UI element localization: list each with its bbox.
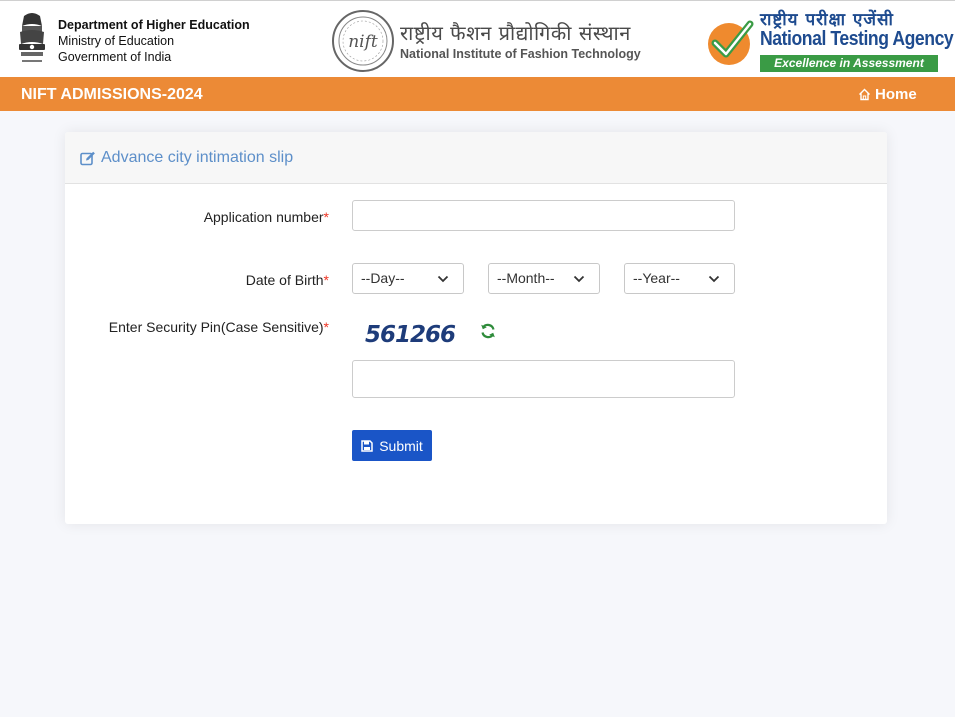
submit-button[interactable]: Submit <box>352 430 432 461</box>
nift-logo-icon: nift <box>332 10 394 72</box>
chevron-down-icon <box>437 275 449 283</box>
nift-english-name: National Institute of Fashion Technology <box>400 47 641 61</box>
year-select-value: --Year-- <box>633 270 680 286</box>
security-pin-label: Enter Security Pin(Case Sensitive)* <box>65 319 329 335</box>
application-number-input[interactable] <box>352 200 735 231</box>
required-mark: * <box>323 272 329 288</box>
site-header: Department of Higher Education Ministry … <box>0 0 955 77</box>
nift-hindi-name: राष्ट्रीय फैशन प्रौद्योगिकी संस्थान <box>400 21 631 45</box>
card-title-text: Advance city intimation slip <box>101 149 294 166</box>
application-number-label: Application number* <box>65 209 329 225</box>
chevron-down-icon <box>708 275 720 283</box>
dob-label-text: Date of Birth <box>245 272 324 288</box>
year-select[interactable]: --Year-- <box>624 263 735 294</box>
dept-line-2: Ministry of Education <box>58 34 175 48</box>
dob-label: Date of Birth* <box>65 272 329 288</box>
dept-line-1: Department of Higher Education <box>58 18 250 32</box>
nta-logo-icon <box>708 20 754 65</box>
card-header: Advance city intimation slip <box>65 132 887 184</box>
nta-hindi-name: राष्ट्रीय परीक्षा एजेंसी <box>760 10 894 30</box>
captcha-image: 561266 <box>352 310 472 359</box>
nta-tagline: Excellence in Assessment <box>760 55 938 72</box>
save-icon <box>361 439 373 452</box>
ministry-text: Department of Higher Education Ministry … <box>58 17 250 65</box>
required-mark: * <box>323 209 329 225</box>
nav-title: NIFT ADMISSIONS-2024 <box>21 86 203 103</box>
application-number-label-text: Application number <box>203 209 324 225</box>
form-card: Advance city intimation slip Application… <box>65 132 887 524</box>
card-title: Advance city intimation slip <box>80 149 293 167</box>
day-select-value: --Day-- <box>361 270 405 286</box>
refresh-icon[interactable] <box>480 323 496 339</box>
svg-text:nift: nift <box>348 32 378 52</box>
home-icon <box>859 88 870 101</box>
submit-label: Submit <box>379 437 423 454</box>
month-select[interactable]: --Month-- <box>488 263 600 294</box>
required-mark: * <box>323 319 329 335</box>
chevron-down-icon <box>573 275 585 283</box>
edit-icon <box>80 151 95 165</box>
home-link[interactable]: Home <box>858 86 917 103</box>
security-pin-input[interactable] <box>352 360 735 398</box>
dept-line-3: Government of India <box>58 50 172 64</box>
home-label: Home <box>875 86 917 103</box>
national-emblem-icon <box>19 13 45 62</box>
navbar: NIFT ADMISSIONS-2024 Home <box>0 77 955 111</box>
nta-english-name: National Testing Agency <box>760 28 954 50</box>
captcha-text: 561266 <box>365 322 456 348</box>
security-pin-label-text: Enter Security Pin(Case Sensitive) <box>108 319 324 335</box>
day-select[interactable]: --Day-- <box>352 263 464 294</box>
month-select-value: --Month-- <box>497 270 555 286</box>
